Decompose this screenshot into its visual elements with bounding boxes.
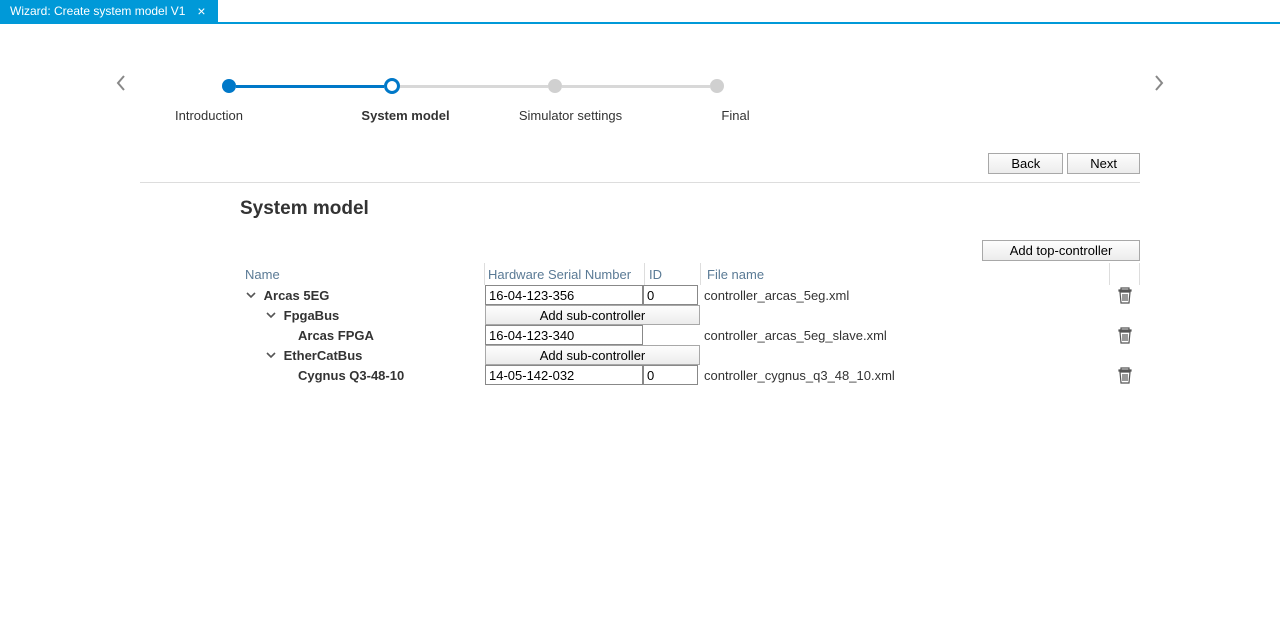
chevron-down-icon[interactable] — [244, 288, 258, 303]
delete-button[interactable] — [1110, 286, 1140, 304]
col-hw: Hardware Serial Number — [485, 263, 645, 285]
tree-label[interactable]: Cygnus Q3-48-10 — [298, 368, 404, 383]
tree-row-arcas-5eg: Arcas 5EG controller_arcas_5eg.xml — [240, 285, 1140, 305]
id-input[interactable] — [643, 285, 698, 305]
tab-title: Wizard: Create system model V1 — [10, 4, 185, 18]
hw-serial-input[interactable] — [485, 365, 643, 385]
page-title: System model — [240, 198, 1170, 220]
step-label-introduction: Introduction — [175, 108, 323, 123]
file-name: controller_arcas_5eg_slave.xml — [698, 328, 1110, 343]
next-button[interactable]: Next — [1067, 153, 1140, 174]
tree-row-fpgabus: FpgaBus Add sub-controller — [240, 305, 1140, 325]
close-icon[interactable]: × — [195, 3, 207, 19]
stepper-prev-icon[interactable] — [110, 74, 132, 98]
hw-serial-input[interactable] — [485, 285, 643, 305]
system-model-grid: Name Hardware Serial Number ID File name… — [240, 263, 1140, 385]
chevron-down-icon[interactable] — [264, 308, 278, 323]
add-top-controller-button[interactable]: Add top-controller — [982, 240, 1140, 261]
delete-button[interactable] — [1110, 366, 1140, 384]
delete-button[interactable] — [1110, 326, 1140, 344]
step-line — [562, 85, 710, 88]
col-delete — [1110, 263, 1140, 285]
step-label-simulator-settings: Simulator settings — [488, 108, 653, 123]
back-button[interactable]: Back — [988, 153, 1063, 174]
id-input[interactable] — [643, 365, 698, 385]
tab-wizard[interactable]: Wizard: Create system model V1 × — [0, 0, 218, 22]
hw-serial-input[interactable] — [485, 325, 643, 345]
step-labels: Introduction System model Simulator sett… — [205, 108, 1170, 123]
divider — [140, 182, 1140, 183]
chevron-down-icon[interactable] — [264, 348, 278, 363]
col-name: Name — [240, 263, 485, 285]
tree-label[interactable]: Arcas 5EG — [264, 288, 330, 303]
file-name: controller_arcas_5eg.xml — [698, 288, 1110, 303]
tree-row-arcas-fpga: Arcas FPGA controller_arcas_5eg_slave.xm… — [240, 325, 1140, 345]
tree-label[interactable]: FpgaBus — [284, 308, 340, 323]
stepper-next-icon[interactable] — [1148, 74, 1170, 98]
step-dot-final[interactable] — [710, 79, 724, 93]
add-sub-controller-button[interactable]: Add sub-controller — [485, 305, 700, 325]
tree-row-cygnus: Cygnus Q3-48-10 controller_cygnus_q3_48_… — [240, 365, 1140, 385]
step-line — [400, 85, 548, 88]
step-dot-system-model[interactable] — [384, 78, 400, 94]
step-label-system-model: System model — [323, 108, 488, 123]
file-name: controller_cygnus_q3_48_10.xml — [698, 368, 1110, 383]
tab-bar: Wizard: Create system model V1 × — [0, 0, 1280, 24]
add-sub-controller-button[interactable]: Add sub-controller — [485, 345, 700, 365]
step-label-final: Final — [653, 108, 818, 123]
col-id: ID — [645, 263, 701, 285]
step-line — [236, 85, 384, 88]
col-file: File name — [701, 263, 1110, 285]
grid-header: Name Hardware Serial Number ID File name — [240, 263, 1140, 285]
tree-row-ethercatbus: EtherCatBus Add sub-controller — [240, 345, 1140, 365]
tree-label[interactable]: Arcas FPGA — [298, 328, 374, 343]
tree-label[interactable]: EtherCatBus — [284, 348, 363, 363]
step-dot-introduction[interactable] — [222, 79, 236, 93]
stepper — [222, 78, 724, 94]
step-dot-simulator-settings[interactable] — [548, 79, 562, 93]
